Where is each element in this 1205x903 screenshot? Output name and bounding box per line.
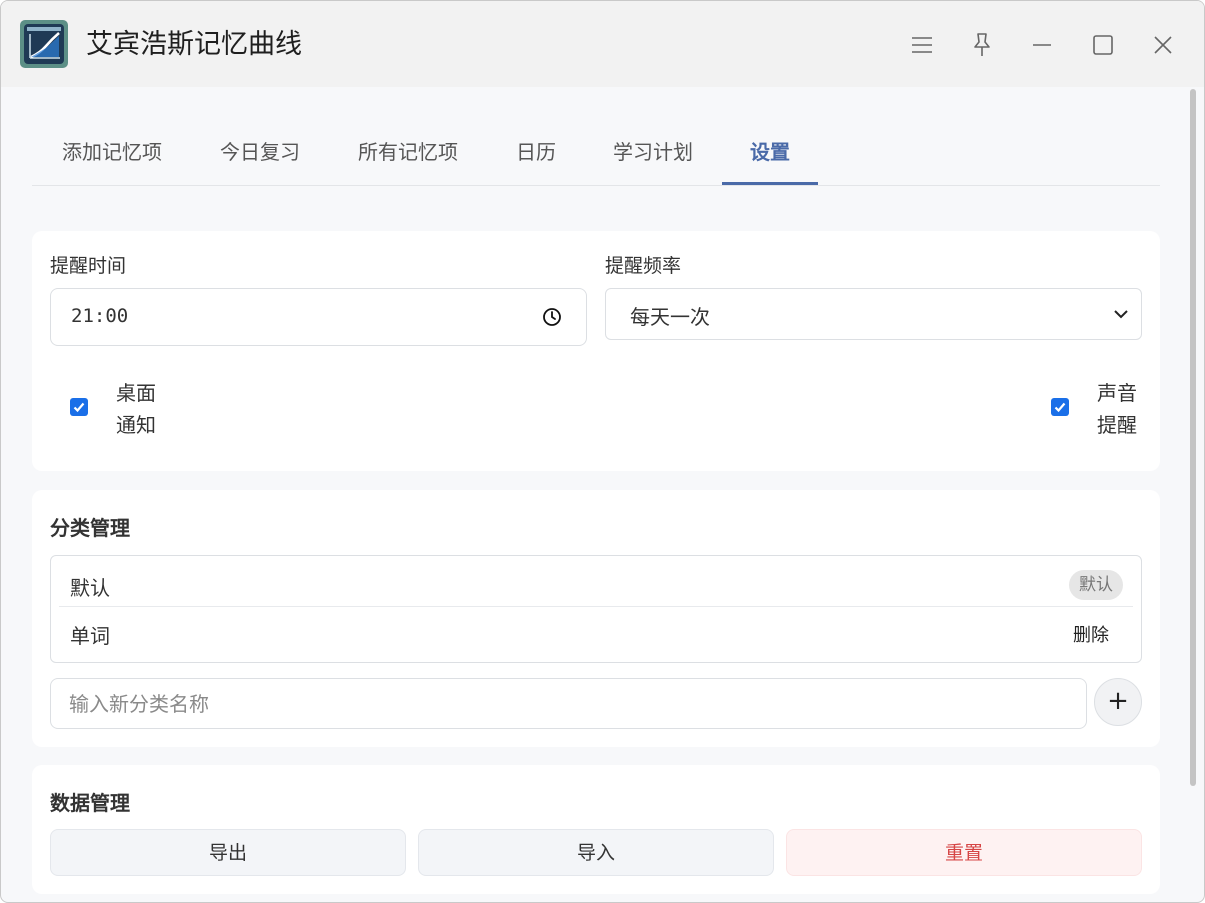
desktop-notification-checkbox[interactable] [70,398,88,416]
minimize-button[interactable] [1024,27,1060,63]
reset-button[interactable]: 重置 [786,829,1142,876]
data-management-card: 数据管理 导出 导入 重置 [32,765,1160,894]
minimize-icon [1033,44,1051,46]
menu-button[interactable] [904,27,940,63]
clock-icon[interactable] [542,307,562,327]
checkmark-icon [73,402,85,413]
close-icon [1154,36,1172,54]
close-button[interactable] [1145,27,1181,63]
tab-add-item[interactable]: 添加记忆项 [59,121,165,186]
add-category-button[interactable]: + [1094,678,1142,726]
checkmark-icon [1054,402,1066,413]
chevron-down-icon [1114,310,1128,319]
tab-today-review[interactable]: 今日复习 [217,121,303,186]
category-row: 默认 默认 [51,556,1141,606]
app-window: 艾宾浩斯记忆曲线 添加记忆项 今日复习 所有记忆项 日历 学习计划 设置 提醒时… [0,0,1205,903]
delete-category-button[interactable]: 删除 [1073,621,1109,647]
tab-all-items[interactable]: 所有记忆项 [355,121,461,186]
reminder-frequency-value: 每天一次 [630,305,710,329]
desktop-notification-label-line1: 桌面 [116,381,156,405]
reminder-frequency-select[interactable]: 每天一次 [605,288,1142,340]
tab-settings[interactable]: 设置 [748,121,792,186]
category-name: 单词 [70,624,110,648]
tab-study-plan[interactable]: 学习计划 [610,121,696,186]
new-category-field[interactable] [50,678,1087,729]
reminder-time-input[interactable]: 21:00 [50,288,587,346]
category-name: 默认 [70,576,110,600]
desktop-notification-label: 桌面 通知 [116,377,160,441]
category-row: 单词 删除 [51,607,1141,657]
sound-reminder-label-line2: 提醒 [1097,413,1137,437]
vertical-scrollbar[interactable] [1190,89,1196,786]
new-category-input[interactable] [69,691,1069,717]
data-management-title: 数据管理 [50,791,130,815]
maximize-button[interactable] [1085,27,1121,63]
active-tab-indicator [722,182,818,185]
sound-reminder-checkbox[interactable] [1051,398,1069,416]
export-button[interactable]: 导出 [50,829,406,876]
category-list: 默认 默认 单词 删除 [50,555,1142,663]
pin-icon [974,33,990,56]
title-bar: 艾宾浩斯记忆曲线 [1,1,1204,87]
maximize-icon [1093,35,1113,55]
default-badge: 默认 [1069,570,1123,600]
category-management-title: 分类管理 [50,516,130,540]
sound-reminder-label: 声音 提醒 [1097,377,1141,441]
reminder-time-value: 21:00 [71,305,129,327]
app-icon [20,20,68,68]
import-button[interactable]: 导入 [418,829,774,876]
reminder-time-label: 提醒时间 [50,255,127,277]
sound-reminder-label-line1: 声音 [1097,381,1137,405]
tab-calendar[interactable]: 日历 [514,121,558,186]
app-title: 艾宾浩斯记忆曲线 [86,29,302,60]
desktop-notification-label-line2: 通知 [116,413,156,437]
pin-button[interactable] [964,27,1000,63]
menu-icon [912,37,932,53]
tab-bar: 添加记忆项 今日复习 所有记忆项 日历 学习计划 设置 [32,121,1160,186]
category-management-card: 分类管理 默认 默认 单词 删除 + [32,490,1160,747]
reminder-frequency-label: 提醒频率 [605,255,682,277]
reminder-settings-card: 提醒时间 21:00 提醒频率 每天一次 桌面 通知 声音 提醒 [32,231,1160,471]
